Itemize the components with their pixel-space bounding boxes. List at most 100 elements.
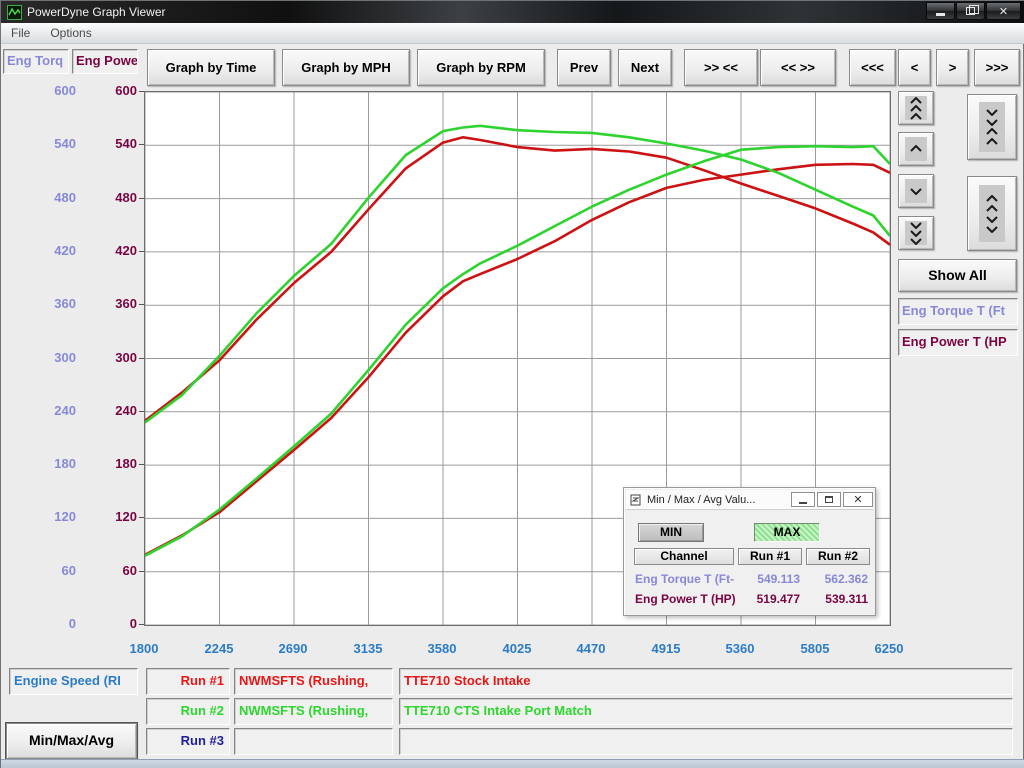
torque-tick-label: 420 — [6, 243, 76, 258]
run2-label-box[interactable]: Run #2 — [146, 698, 230, 725]
chevron-down-icon — [905, 179, 927, 203]
run3-file-box[interactable] — [234, 728, 393, 755]
dialog-close-button[interactable]: ✕ — [843, 492, 873, 507]
restore-button[interactable] — [956, 2, 985, 20]
restore-icon — [966, 7, 975, 15]
app-icon — [7, 5, 22, 20]
y-axis-tick — [139, 517, 144, 518]
run1-label-box[interactable]: Run #1 — [146, 668, 230, 695]
scroll-up-fast-button[interactable] — [898, 91, 934, 125]
power-tick-label: 480 — [67, 190, 137, 205]
rpm-tick-label: 4470 — [561, 641, 621, 656]
column-header-run1[interactable]: Run #1 — [738, 548, 802, 565]
power-tick-label: 120 — [67, 509, 137, 524]
power-tick-label: 600 — [67, 83, 137, 98]
minmax-row-channel: Eng Power T (HP) — [635, 592, 735, 606]
run2-file-box[interactable]: NWMSFTS (Rushing, — [234, 698, 393, 725]
minmax-row-channel: Eng Torque T (Ft- — [635, 572, 735, 586]
window-bottom-border — [1, 759, 1024, 768]
max-mode-button[interactable]: MAX — [754, 523, 820, 542]
rpm-tick-label: 5805 — [785, 641, 845, 656]
close-icon: ✕ — [999, 5, 1008, 18]
minmax-row-run2-value: 562.362 — [806, 572, 868, 586]
power-tick-label: 60 — [67, 563, 137, 578]
scroll-far-left-button[interactable]: <<< — [849, 49, 896, 86]
scroll-left-button[interactable]: < — [898, 49, 931, 86]
dialog-maximize-icon — [825, 496, 833, 503]
torque-tick-label: 600 — [6, 83, 76, 98]
torque-tick-label: 0 — [6, 616, 76, 631]
minmax-dialog-titlebar[interactable]: Min / Max / Avg Valu... ✕ — [626, 490, 873, 510]
graph-by-rpm-button[interactable]: Graph by RPM — [417, 49, 545, 86]
power-tick-label: 360 — [67, 296, 137, 311]
torque-tick-label: 360 — [6, 296, 76, 311]
menu-bar: File Options — [1, 23, 1024, 44]
torque-tick-label: 180 — [6, 456, 76, 471]
rpm-tick-label: 6250 — [859, 641, 919, 656]
dialog-minimize-icon — [799, 502, 807, 504]
scale-contract-button[interactable] — [967, 94, 1017, 160]
graph-by-mph-button[interactable]: Graph by MPH — [282, 49, 410, 86]
y-axis-tick — [139, 571, 144, 572]
minmax-row-run2-value: 539.311 — [806, 592, 868, 606]
run3-label-box[interactable]: Run #3 — [146, 728, 230, 755]
scroll-down-fast-button[interactable] — [898, 216, 934, 250]
y-axis-tick — [139, 411, 144, 412]
chevron-triple-up-icon — [905, 96, 927, 120]
torque-tick-label: 540 — [6, 136, 76, 151]
show-all-button[interactable]: Show All — [898, 259, 1017, 292]
menu-file[interactable]: File — [1, 24, 40, 42]
torque-tick-label: 240 — [6, 403, 76, 418]
y-axis-tick — [139, 358, 144, 359]
min-mode-button[interactable]: MIN — [638, 523, 704, 542]
prev-button[interactable]: Prev — [557, 49, 611, 86]
power-channel-box[interactable]: Eng Powe — [72, 49, 138, 74]
next-button[interactable]: Next — [618, 49, 672, 86]
scroll-far-right-button[interactable]: >>> — [974, 49, 1020, 86]
zoom-out-x-button[interactable]: << >> — [760, 49, 836, 86]
y-axis-tick — [139, 251, 144, 252]
dialog-title-text: Min / Max / Avg Valu... — [647, 494, 789, 506]
zoom-in-x-button[interactable]: >> << — [684, 49, 758, 86]
rpm-tick-label: 2690 — [263, 641, 323, 656]
scale-expand-button[interactable] — [967, 176, 1017, 251]
scroll-down-button[interactable] — [898, 174, 934, 208]
run1-description-box[interactable]: TTE710 Stock Intake — [399, 668, 1013, 695]
torque-tick-label: 300 — [6, 350, 76, 365]
y-axis-tick — [139, 144, 144, 145]
run1-file-box[interactable]: NWMSFTS (Rushing, — [234, 668, 393, 695]
x-channel-box[interactable]: Engine Speed (RI — [9, 668, 138, 695]
scroll-up-button[interactable] — [898, 132, 934, 166]
power-tick-label: 420 — [67, 243, 137, 258]
legend-power-channel[interactable]: Eng Power T (HP — [898, 329, 1018, 356]
minmax-row-run1-value: 549.113 — [738, 572, 800, 586]
rpm-tick-label: 4915 — [636, 641, 696, 656]
menu-options[interactable]: Options — [40, 24, 101, 42]
dialog-icon — [630, 494, 643, 506]
dialog-minimize-button[interactable] — [791, 492, 815, 507]
chevrons-outward-icon — [979, 185, 1005, 242]
power-tick-label: 0 — [67, 616, 137, 631]
chevron-triple-down-icon — [905, 221, 927, 245]
run2-description-box[interactable]: TTE710 CTS Intake Port Match — [399, 698, 1013, 725]
torque-channel-box[interactable]: Eng Torq — [3, 49, 69, 74]
dialog-maximize-button[interactable] — [817, 492, 841, 507]
power-tick-label: 180 — [67, 456, 137, 471]
minimize-button[interactable] — [926, 2, 955, 20]
legend-torque-channel[interactable]: Eng Torque T (Ft — [898, 298, 1018, 325]
rpm-tick-label: 3580 — [412, 641, 472, 656]
graph-by-time-button[interactable]: Graph by Time — [147, 49, 275, 86]
minmaxavg-button[interactable]: Min/Max/Avg — [6, 723, 137, 759]
column-header-run2[interactable]: Run #2 — [806, 548, 870, 565]
power-tick-label: 300 — [67, 350, 137, 365]
minmax-row-run1-value: 519.477 — [738, 592, 800, 606]
y-axis-tick — [139, 198, 144, 199]
scroll-right-button[interactable]: > — [936, 49, 969, 86]
minmax-dialog: Min / Max / Avg Valu... ✕ MIN MAX Channe… — [623, 487, 876, 616]
rpm-tick-label: 5360 — [710, 641, 770, 656]
column-header-channel[interactable]: Channel — [634, 548, 734, 565]
y-axis-tick — [139, 304, 144, 305]
close-button[interactable]: ✕ — [986, 2, 1021, 20]
window-title: PowerDyne Graph Viewer — [27, 5, 166, 19]
run3-description-box[interactable] — [399, 728, 1013, 755]
